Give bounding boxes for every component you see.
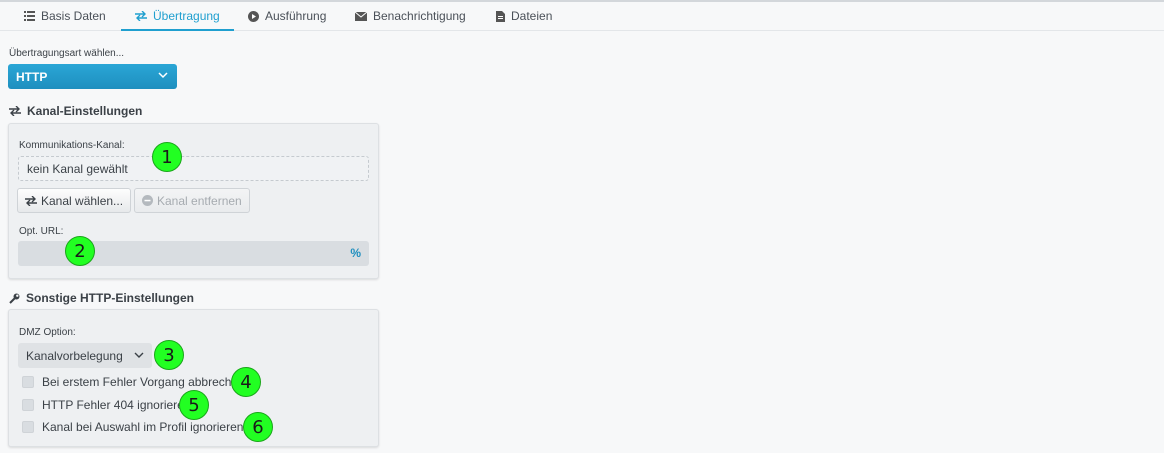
file-icon <box>496 10 505 22</box>
checkbox-abort-on-error[interactable]: Bei erstem Fehler Vorgang abbrechen <box>22 375 245 389</box>
transfer-type-label: Übertragungsart wählen... <box>9 48 125 59</box>
annotation-badge-1: 1 <box>152 142 182 172</box>
channel-label: Kommunikations-Kanal: <box>19 140 125 151</box>
chevron-down-icon <box>158 72 168 79</box>
tab-benachrichtigung[interactable]: Benachrichtigung <box>355 2 466 30</box>
annotation-badge-4: 4 <box>231 367 261 397</box>
remove-channel-button[interactable]: Kanal entfernen <box>134 188 250 213</box>
play-icon <box>248 10 259 22</box>
channel-section-title: Kanal-Einstellungen <box>9 104 142 118</box>
list-icon <box>24 11 35 21</box>
transfer-type-value: HTTP <box>16 69 48 84</box>
checkbox[interactable] <box>22 376 34 388</box>
checkbox-label: Kanal bei Auswahl im Profil ignorieren <box>42 420 244 434</box>
channel-value: kein Kanal gewählt <box>27 161 128 176</box>
dmz-label: DMZ Option: <box>19 327 76 338</box>
url-label: Opt. URL: <box>19 226 64 237</box>
channel-field: kein Kanal gewählt <box>18 156 369 181</box>
minus-circle-icon <box>142 195 153 206</box>
transfer-type-select[interactable]: HTTP <box>8 64 177 89</box>
wrench-icon <box>9 293 20 304</box>
tab-label: Dateien <box>511 9 553 23</box>
checkbox-ignore-channel[interactable]: Kanal bei Auswahl im Profil ignorieren i <box>22 417 251 434</box>
tab-uebertragung[interactable]: Übertragung <box>121 2 234 31</box>
annotation-badge-2: 2 <box>65 236 95 266</box>
tab-ausfuehrung[interactable]: Ausführung <box>248 2 326 30</box>
http-section-title: Sonstige HTTP-Einstellungen <box>9 291 194 305</box>
tab-label: Ausführung <box>265 9 327 23</box>
checkbox-label: Bei erstem Fehler Vorgang abbrechen <box>42 375 245 389</box>
tab-label: Benachrichtigung <box>373 9 466 23</box>
tab-label: Basis Daten <box>41 9 106 23</box>
checkbox[interactable] <box>22 399 34 411</box>
transfer-icon <box>9 106 21 116</box>
chevron-down-icon <box>134 352 144 358</box>
percent-icon[interactable]: % <box>350 246 361 260</box>
tab-bar: Basis Daten Übertragung Ausführung Benac… <box>0 2 1164 31</box>
button-label: Kanal entfernen <box>157 193 242 208</box>
checkbox-label: HTTP Fehler 404 ignorieren <box>42 398 191 412</box>
transfer-icon <box>25 195 37 206</box>
envelope-icon <box>355 11 367 21</box>
annotation-badge-6: 6 <box>243 412 273 442</box>
tab-label: Übertragung <box>153 8 220 23</box>
dmz-select[interactable]: Kanalvorbelegung <box>18 343 152 368</box>
annotation-badge-3: 3 <box>154 340 184 370</box>
choose-channel-button[interactable]: Kanal wählen... <box>17 188 132 213</box>
section-title-text: Sonstige HTTP-Einstellungen <box>26 291 195 305</box>
dmz-value: Kanalvorbelegung <box>26 348 123 363</box>
checkbox-ignore-404[interactable]: HTTP Fehler 404 ignorieren <box>22 398 191 412</box>
transfer-icon <box>135 10 147 21</box>
tab-basis-daten[interactable]: Basis Daten <box>24 2 106 30</box>
checkbox[interactable] <box>22 421 34 433</box>
annotation-badge-5: 5 <box>179 390 209 420</box>
tab-dateien[interactable]: Dateien <box>496 2 552 30</box>
button-label: Kanal wählen... <box>41 193 124 208</box>
section-title-text: Kanal-Einstellungen <box>27 104 143 118</box>
